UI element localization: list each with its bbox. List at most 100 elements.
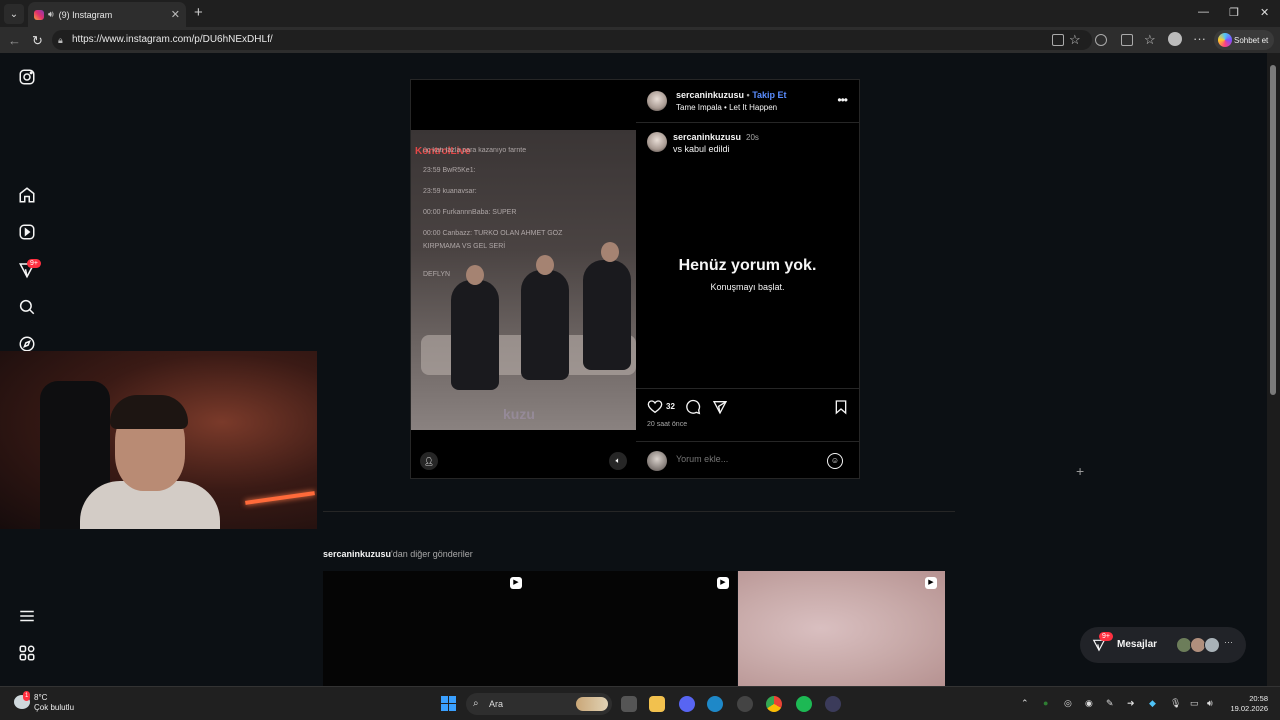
task-view-icon[interactable] (621, 696, 637, 712)
active-tab[interactable]: 🔊︎ (9) Instagram ✕ (28, 2, 186, 27)
tray-app-icon[interactable]: ✎ (1106, 698, 1114, 709)
spotify-icon[interactable] (796, 696, 812, 712)
windows-start-icon[interactable] (441, 696, 456, 711)
messages-launcher[interactable]: 9+ Mesajlar ··· (1080, 627, 1246, 663)
reel-indicator-icon: ▶ (925, 577, 937, 589)
scrollbar-thumb[interactable] (1270, 65, 1276, 395)
emoji-picker-icon[interactable]: ☺ (827, 453, 843, 469)
tagged-user-icon[interactable]: 👤︎ (420, 452, 438, 470)
page-scrollbar[interactable] (1267, 53, 1280, 686)
post-username[interactable]: sercaninkuzusu (676, 90, 744, 100)
save-bookmark-icon[interactable] (833, 399, 849, 415)
person-silhouette (451, 280, 499, 390)
more-menu-icon[interactable] (18, 607, 36, 625)
screen: ⌄ 🔊︎ (9) Instagram ✕ + — ❐ ✕ ← ↻ 🔒︎ http… (0, 0, 1280, 720)
no-comments-title: Henüz yorum yok. (678, 257, 817, 274)
reels-icon[interactable] (18, 223, 36, 241)
video-chat-line: KIRPMAMA VS GEL SERİ (423, 243, 506, 250)
search-highlight-image (576, 697, 608, 711)
more-post-thumbnail[interactable]: ▶ (530, 571, 737, 686)
tab-close-icon[interactable]: ✕ (171, 8, 180, 21)
current-user-avatar (647, 451, 667, 471)
weather-widget[interactable]: 1 8°C Çok bulutlu (14, 691, 75, 713)
window-close-icon[interactable]: ✕ (1260, 6, 1269, 19)
person-face (536, 255, 554, 275)
microphone-icon[interactable]: 🎙︎ (1170, 698, 1181, 709)
caption-username[interactable]: sercaninkuzusu (673, 132, 741, 142)
obs-icon[interactable] (737, 696, 753, 712)
person-silhouette (521, 270, 569, 380)
edge-icon[interactable] (707, 696, 723, 712)
restore-icon[interactable]: ❐ (1229, 6, 1239, 19)
discord-icon[interactable] (679, 696, 695, 712)
person-face (601, 242, 619, 262)
site-info-icon[interactable]: 🔒︎ (58, 30, 63, 50)
more-posts-username[interactable]: sercaninkuzusu (323, 549, 391, 559)
favorites-icon[interactable]: ☆ (1144, 32, 1156, 48)
copilot-label: Sohbet et (1234, 35, 1269, 45)
more-post-thumbnail[interactable]: ▶ (323, 571, 530, 686)
caption-header: sercaninkuzusu 20s (673, 132, 759, 142)
reel-video[interactable]: KontrolLive üç katı fazla para kazanıyo … (411, 130, 636, 430)
search-icon[interactable] (18, 298, 36, 316)
extension-icon[interactable] (1095, 34, 1107, 46)
audio-info[interactable]: Tame Impala • Let It Happen (676, 103, 777, 112)
also-from-meta-icon[interactable] (18, 644, 36, 662)
audio-track: Let It Happen (729, 103, 778, 112)
section-divider (323, 511, 955, 512)
file-explorer-icon[interactable] (649, 696, 665, 712)
comment-input[interactable] (676, 454, 816, 464)
taskbar-clock[interactable]: 20:58 19.02.2026 (1226, 694, 1268, 714)
tray-overflow-icon[interactable]: ⌃ (1021, 698, 1029, 709)
back-icon[interactable]: ← (8, 33, 21, 48)
reel-indicator-icon: ▶ (510, 577, 522, 589)
person-face (466, 265, 484, 285)
tab-actions-button[interactable]: ⌄ (4, 4, 24, 24)
reel-indicator-icon: ▶ (717, 577, 729, 589)
profile-avatar[interactable] (1168, 32, 1182, 46)
steam-tray-icon[interactable]: ◉ (1085, 698, 1093, 709)
instagram-logo-icon[interactable] (18, 68, 36, 86)
audio-artist: Tame Impala (676, 103, 722, 112)
comment-bubble-icon[interactable] (685, 399, 701, 415)
copilot-icon (1218, 33, 1232, 47)
chrome-icon[interactable] (766, 696, 782, 712)
post-actions: 32 20 saat önce ☺ (636, 388, 859, 478)
caption-text: vs kabul edildi (673, 144, 730, 154)
comment-composer: ☺ (636, 441, 859, 479)
extensions-icon[interactable] (1121, 34, 1133, 46)
copilot-chat-button[interactable]: Sohbet et (1214, 30, 1274, 50)
weather-condition: Çok bulutlu (34, 703, 75, 712)
app-icon[interactable] (825, 696, 841, 712)
post-details: sercaninkuzusu • Takip Et Tame Impala • … (636, 80, 859, 478)
post-options-icon[interactable]: ••• (837, 93, 848, 107)
post-media[interactable]: KontrolLive üç katı fazla para kazanıyo … (411, 80, 636, 478)
share-paper-plane-icon[interactable] (712, 399, 728, 415)
caption-avatar[interactable] (647, 132, 667, 152)
audio-toggle-icon[interactable]: 🔈︎ (609, 452, 627, 470)
taskbar-search[interactable]: ⌕ Ara (466, 693, 612, 715)
favorite-star-icon[interactable]: ☆ (1069, 32, 1081, 48)
like-heart-icon[interactable] (647, 399, 663, 415)
mouse-cursor-icon: + (1076, 463, 1085, 479)
tray-app-icon[interactable]: ● (1043, 698, 1048, 708)
volume-icon[interactable]: 🔊︎ (1207, 698, 1213, 709)
follow-button[interactable]: Takip Et (752, 90, 786, 100)
minimize-icon[interactable]: — (1198, 6, 1209, 18)
refresh-icon[interactable]: ↻ (32, 33, 43, 49)
address-bar[interactable]: 🔒︎ https://www.instagram.com/p/DU6hNExDH… (52, 30, 1092, 50)
more-post-thumbnail[interactable]: ▶ (738, 571, 945, 686)
network-icon[interactable]: ▭ (1190, 698, 1199, 709)
tray-app-icon[interactable]: ◆ (1149, 698, 1156, 709)
home-icon[interactable] (18, 186, 36, 204)
like-count[interactable]: 32 (666, 402, 675, 411)
app-install-icon[interactable] (1052, 34, 1064, 46)
tray-app-icon[interactable]: ◎ (1064, 698, 1072, 709)
avatar[interactable] (647, 91, 667, 111)
webcam-overlay (0, 351, 317, 529)
more-menu-icon[interactable]: ··· (1193, 31, 1206, 46)
windows-taskbar: 1 8°C Çok bulutlu ⌕ Ara ⌃ ● ◎ ◉ ✎ ➜ ◆ 🎙︎… (0, 686, 1280, 720)
tray-app-icon[interactable]: ➜ (1127, 698, 1135, 709)
new-tab-button[interactable]: + (194, 4, 203, 21)
speaker-icon[interactable]: 🔊︎ (48, 9, 54, 20)
